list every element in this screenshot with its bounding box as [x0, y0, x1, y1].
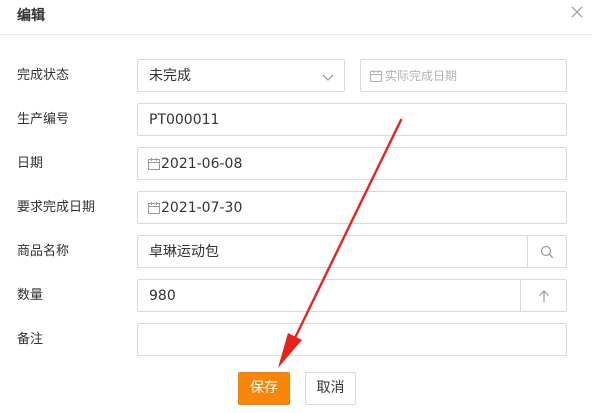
product-name-label: 商品名称	[17, 244, 70, 259]
production-no-input[interactable]: PT000011	[137, 103, 567, 136]
cancel-button[interactable]: 取消	[305, 372, 356, 405]
quantity-label: 数量	[17, 288, 44, 303]
search-icon	[540, 245, 554, 258]
date-value: 2021-06-08	[161, 156, 243, 172]
status-value: 未完成	[149, 68, 191, 84]
edit-dialog: 编辑 完成状态 未完成 实际完成日期 生产编号 PT000011 日期 2021…	[0, 0, 592, 413]
due-date-label: 要求完成日期	[17, 200, 96, 215]
actual-completion-date-placeholder: 实际完成日期	[385, 69, 458, 83]
calendar-icon	[370, 70, 382, 82]
product-name-value: 卓琳运动包	[149, 244, 219, 260]
quantity-value: 980	[149, 288, 176, 304]
remark-input[interactable]	[137, 323, 567, 356]
status-label: 完成状态	[17, 68, 70, 83]
product-name-input[interactable]: 卓琳运动包	[137, 235, 567, 268]
production-no-value: PT000011	[149, 112, 220, 128]
date-input[interactable]: 2021-06-08	[137, 147, 567, 180]
product-search-button[interactable]	[527, 236, 566, 267]
quantity-input[interactable]: 980	[137, 279, 567, 312]
remark-label: 备注	[17, 332, 44, 347]
calendar-icon	[148, 158, 160, 170]
due-date-value: 2021-07-30	[161, 200, 243, 216]
actual-completion-date-input[interactable]: 实际完成日期	[360, 59, 567, 92]
production-no-label: 生产编号	[17, 112, 70, 127]
due-date-input[interactable]: 2021-07-30	[137, 191, 567, 224]
quantity-step-up-button[interactable]	[520, 280, 566, 311]
save-button[interactable]: 保存	[238, 372, 290, 405]
dialog-header: 编辑	[0, 0, 592, 35]
date-label: 日期	[17, 156, 44, 171]
close-icon[interactable]	[568, 3, 586, 21]
chevron-up-icon	[538, 289, 549, 302]
status-select[interactable]: 未完成	[137, 59, 345, 92]
calendar-icon	[148, 202, 160, 214]
dialog-title: 编辑	[17, 8, 45, 24]
chevron-down-icon	[322, 74, 334, 81]
